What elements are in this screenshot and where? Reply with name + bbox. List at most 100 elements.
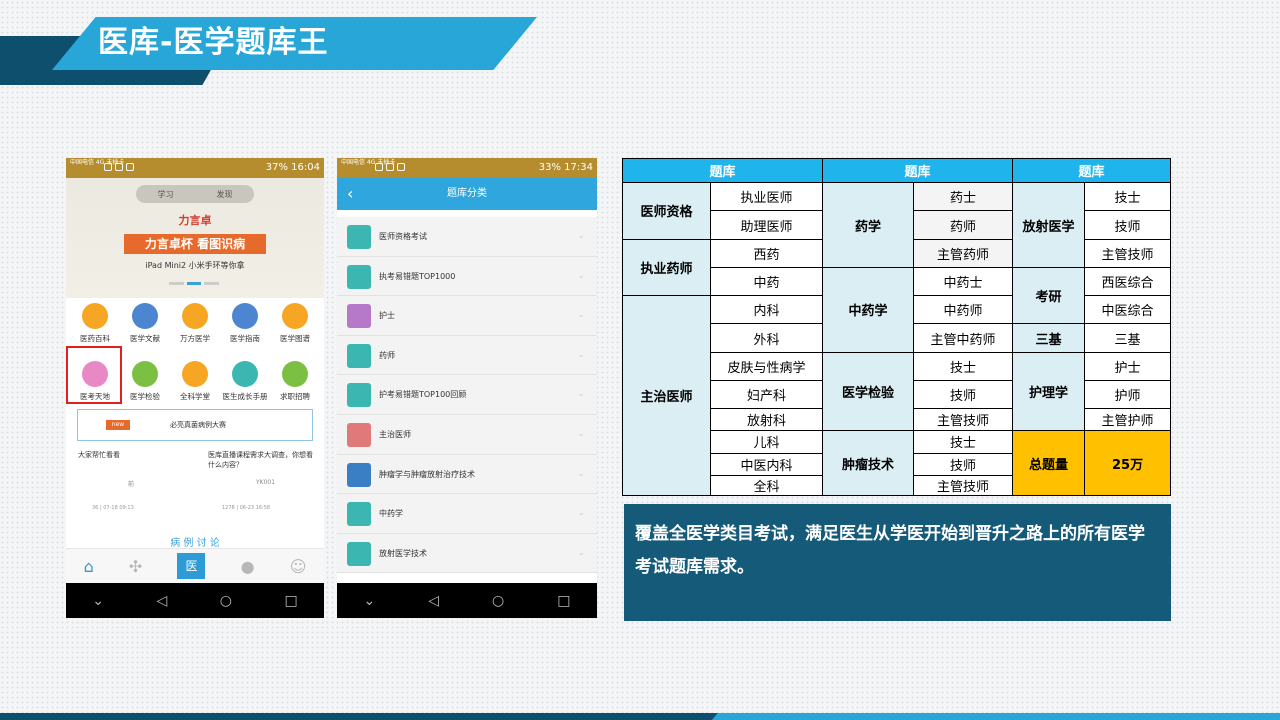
- feature-grid-item[interactable]: 万方医学: [170, 298, 220, 348]
- category-cell: 主治医师: [622, 295, 711, 496]
- feature-icon: [132, 303, 158, 329]
- post-title: 医库直播课程需求大调查，你想看什么内容？: [208, 451, 313, 469]
- category-list-item[interactable]: 肿瘤学与肿瘤放射治疗技术 ⌄: [337, 455, 597, 495]
- status-bar: 中国电信 4G 未插卡 33% 17:34: [337, 158, 597, 178]
- feature-icon: [182, 361, 208, 387]
- feature-label: 医学图谱: [280, 334, 310, 343]
- category-cell: 三基: [1012, 323, 1086, 353]
- post-card[interactable]: 大家帮忙看看 前 36 | 07-18 09:13: [78, 450, 198, 511]
- feature-icon: [132, 361, 158, 387]
- category-cell: 放射医学: [1012, 182, 1086, 268]
- chevron-down-icon: ⌄: [577, 310, 585, 321]
- banner[interactable]: 学习 发现 力言卓 力言卓杯 看图识病 iPad Mini2 小米手环等你拿: [66, 178, 324, 298]
- category-label: 药师: [379, 350, 395, 360]
- feature-grid-item[interactable]: 医学检验: [120, 356, 170, 406]
- chevron-down-icon[interactable]: ⌄: [92, 593, 104, 609]
- category-list-item[interactable]: 执考易错题TOP1000 ⌄: [337, 257, 597, 297]
- category-cell: 护理学: [1012, 351, 1086, 432]
- feature-grid-item[interactable]: 医学文献: [120, 298, 170, 348]
- feature-grid-item[interactable]: 全科学堂: [170, 356, 220, 406]
- table-cell: 中医内科: [709, 452, 824, 476]
- category-label: 放射医学技术: [379, 548, 427, 558]
- feature-label: 万方医学: [180, 334, 210, 343]
- table-cell: 中药师: [913, 295, 1014, 325]
- category-cell: 考研: [1012, 266, 1086, 325]
- category-label: 护士: [379, 311, 395, 321]
- feature-label: 医药百科: [80, 334, 110, 343]
- tab-discover[interactable]: 发现: [217, 189, 233, 200]
- chevron-down-icon: ⌄: [577, 349, 585, 360]
- table-cell: 内科: [709, 295, 824, 325]
- post-title: 大家帮忙看看: [78, 451, 120, 459]
- profile-icon[interactable]: ☺: [290, 557, 307, 576]
- category-list-item[interactable]: 主治医师 ⌄: [337, 415, 597, 455]
- post-meta: 1278 | 06-23 16:58: [222, 505, 271, 511]
- recents-icon[interactable]: □: [284, 593, 297, 609]
- case-discussion-title[interactable]: 病 例 讨 论: [66, 534, 324, 549]
- category-icon: [347, 304, 371, 329]
- category-cell: 医师资格: [622, 182, 711, 240]
- category-list-item[interactable]: 护士 ⌄: [337, 296, 597, 336]
- back-icon[interactable]: ◁: [156, 593, 167, 609]
- table-header: 题库: [1012, 157, 1172, 184]
- post-card[interactable]: 医库直播课程需求大调查，你想看什么内容？ YK001 1278 | 06-23 …: [208, 450, 318, 511]
- page-title: 医库-医学题库王: [98, 25, 329, 60]
- chevron-down-icon: ⌄: [577, 389, 585, 400]
- feature-label: 医学检验: [130, 392, 160, 401]
- home-circle-icon[interactable]: ○: [220, 593, 232, 609]
- news-banner[interactable]: new 必亮真菌病例大赛: [77, 409, 313, 441]
- table-cell: 药士: [913, 182, 1014, 212]
- tab-study[interactable]: 学习: [158, 189, 174, 200]
- feature-grid-item[interactable]: 医学图谱: [270, 298, 320, 348]
- back-arrow-icon[interactable]: ‹: [347, 178, 353, 210]
- battery-time: 33% 17:34: [538, 162, 593, 173]
- category-list-item[interactable]: 中药学 ⌄: [337, 494, 597, 534]
- feature-icon: [232, 361, 258, 387]
- table-cell: 技师: [913, 452, 1014, 476]
- home-circle-icon[interactable]: ○: [492, 593, 504, 609]
- feature-grid-item[interactable]: 求职招聘: [270, 356, 320, 406]
- android-nav-bar: ⌄ ◁ ○ □: [337, 583, 597, 618]
- category-list-item[interactable]: 放射医学技术 ⌄: [337, 534, 597, 574]
- recents-icon[interactable]: □: [557, 593, 570, 609]
- app-header: ‹ 题库分类: [337, 178, 597, 210]
- table-cell: 护师: [1084, 379, 1172, 410]
- home-icon[interactable]: ⌂: [84, 557, 94, 576]
- table-cell: 儿科: [709, 430, 824, 454]
- feature-label: 全科学堂: [180, 392, 210, 401]
- footer-dark-band: [0, 713, 720, 720]
- back-icon[interactable]: ◁: [428, 593, 439, 609]
- feature-label: 医学指南: [230, 334, 260, 343]
- table-header: 题库: [621, 157, 824, 184]
- table-cell: 妇产科: [709, 379, 824, 410]
- category-list-item[interactable]: 护考易错题TOP100回顾 ⌄: [337, 375, 597, 415]
- phone-screenshot-home: 中国电信 4G 未插卡 37% 16:04 学习 发现 力言卓 力言卓杯 看图识…: [66, 158, 324, 618]
- table-cell: 主管中药师: [913, 323, 1014, 353]
- feature-label: 医学文献: [130, 334, 160, 343]
- status-icons: [375, 163, 435, 173]
- feature-grid-item[interactable]: 医药百科: [70, 298, 120, 348]
- table-cell: 外科: [709, 323, 824, 353]
- feature-grid-item[interactable]: 医学指南: [220, 298, 270, 348]
- category-icon: [347, 462, 371, 487]
- chevron-down-icon[interactable]: ⌄: [364, 593, 376, 609]
- table-cell: 技士: [913, 351, 1014, 381]
- category-label: 中药学: [379, 509, 403, 519]
- table-header: 题库: [822, 157, 1014, 184]
- category-icon: [347, 422, 371, 447]
- feature-icon: [282, 303, 308, 329]
- feature-grid-item[interactable]: 医生成长手册: [220, 356, 270, 406]
- top-tabs: 学习 发现: [136, 185, 254, 203]
- category-icon: [347, 225, 371, 249]
- category-list-item[interactable]: 药师 ⌄: [337, 336, 597, 376]
- table-cell: 放射科: [709, 408, 824, 432]
- category-list-item[interactable]: 医师资格考试 ⌄: [337, 217, 597, 257]
- discover-icon[interactable]: ✣: [129, 557, 142, 576]
- status-bar: 中国电信 4G 未插卡 37% 16:04: [66, 158, 324, 178]
- category-label: 医师资格考试: [379, 232, 427, 241]
- chat-icon[interactable]: ●: [241, 557, 255, 576]
- med-icon[interactable]: 医: [177, 553, 206, 579]
- table-cell: 执业医师: [709, 182, 824, 212]
- banner-slogan: 力言卓杯 看图识病: [124, 234, 266, 254]
- category-icon: [347, 343, 371, 368]
